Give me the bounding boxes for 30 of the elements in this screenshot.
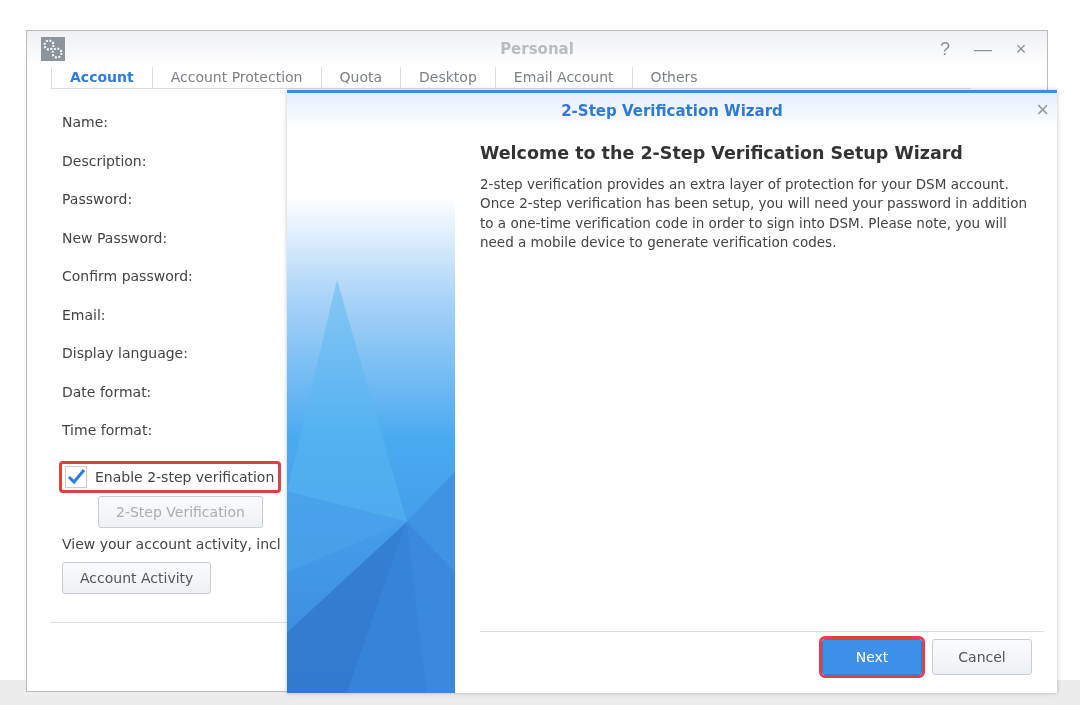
activity-text: View your account activity, incl <box>62 535 281 554</box>
field-label: Description: <box>62 151 147 171</box>
checkbox[interactable] <box>65 465 87 488</box>
window-control[interactable]: ? <box>933 38 957 60</box>
tab[interactable]: Quota <box>320 67 401 88</box>
field-label: New Password: <box>62 228 168 248</box>
wizard-description: 2-step verification provides an extra layer of protection for your DSM account. Once 2-step verification has been setup, you will need your password in addition to a one-time verification code in order to sign into DSM. Please note, you will need a mobile device to generate verification codes. <box>480 175 1028 252</box>
window-title: Personal <box>500 40 574 58</box>
field-label: Email: <box>62 305 106 325</box>
tab[interactable]: Account <box>51 67 152 88</box>
account-activity-button[interactable]: Account Activity <box>62 561 212 594</box>
field-label: Name: <box>62 113 109 132</box>
field-label: Time format: <box>62 421 153 440</box>
tab[interactable]: Others <box>631 67 716 88</box>
close-button[interactable]: × <box>1036 97 1049 123</box>
field-label: Date format: <box>62 382 152 402</box>
gears-icon <box>41 37 65 61</box>
checkbox-label: Enable 2-step verification <box>95 468 275 485</box>
tab[interactable]: Desktop <box>400 67 495 88</box>
next-button[interactable]: Next <box>822 639 922 675</box>
tab[interactable]: Account Protection <box>151 67 321 88</box>
field-label: Display language: <box>62 344 188 363</box>
cancel-button[interactable]: Cancel <box>932 639 1032 675</box>
field-label: Password: <box>62 190 133 209</box>
field-label: Confirm password: <box>62 267 193 286</box>
dialog-title: 2-Step Verification Wizard <box>561 102 783 120</box>
tab[interactable]: Email Account <box>494 67 632 88</box>
window-control[interactable]: — <box>971 38 995 60</box>
wizard-heading: Welcome to the 2-Step Verification Setup Wizard <box>480 143 964 163</box>
window-control[interactable]: × <box>1009 38 1033 60</box>
